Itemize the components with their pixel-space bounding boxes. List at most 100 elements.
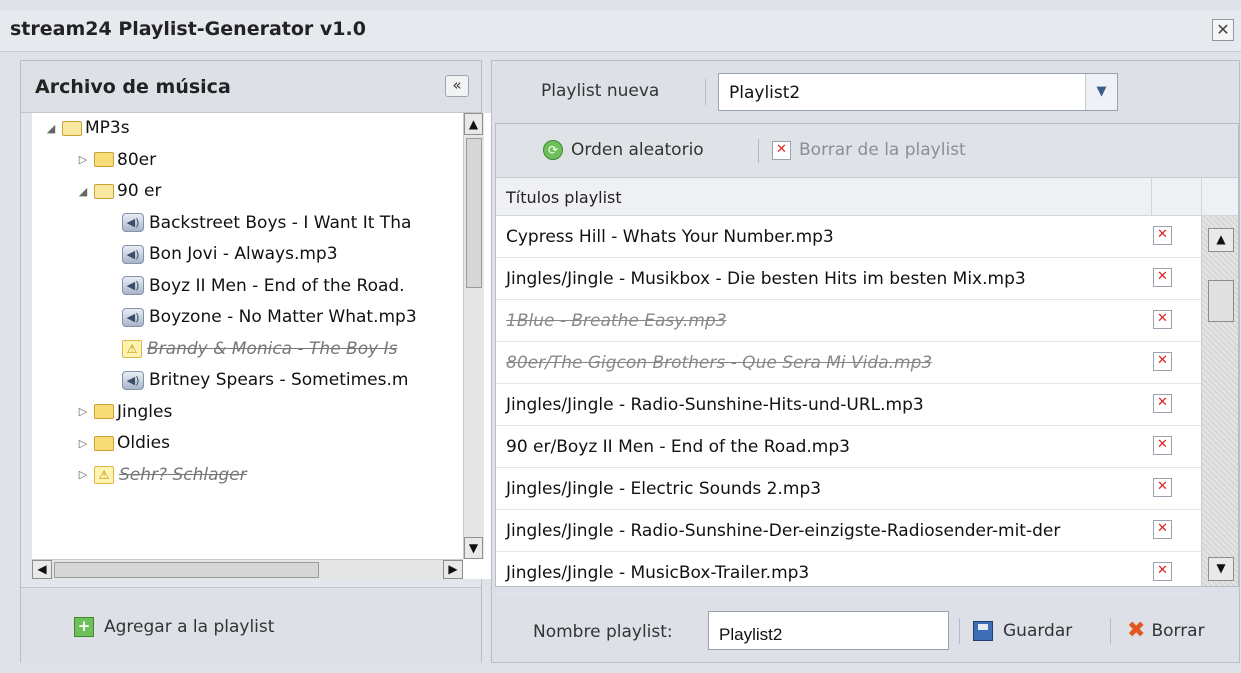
tree-node[interactable]: ▷ ⚠ Sehr? Schlager [76, 460, 247, 490]
speaker-icon: ◀) [122, 244, 144, 264]
delete-row-icon[interactable]: ✕ [1153, 226, 1172, 245]
tree-horizontal-scrollbar[interactable]: ◀ ▶ [32, 559, 463, 579]
playlist-row-title: 90 er/Boyz II Men - End of the Road.mp3 [506, 437, 850, 457]
shuffle-icon: ⟳ [543, 140, 563, 160]
playlist-row[interactable]: Cypress Hill - Whats Your Number.mp3 ✕ [496, 216, 1201, 258]
playlist-panel: Playlist nueva Playlist2 ▼ ⟳ Orden aleat… [491, 60, 1240, 663]
collapsed-toggle-icon[interactable]: ▷ [76, 437, 90, 450]
delete-row-icon[interactable]: ✕ [1153, 478, 1172, 497]
playlist-row-title: Jingles/Jingle - Electric Sounds 2.mp3 [506, 479, 822, 499]
tree-node[interactable]: ▷ 80er [76, 145, 156, 175]
speaker-icon: ◀) [122, 213, 144, 232]
scroll-down-icon[interactable]: ▼ [1208, 557, 1234, 581]
tree-node-label: 90 er [117, 181, 162, 201]
tree-node[interactable]: ◀) Boyzone - No Matter What.mp3 [122, 302, 417, 332]
scroll-left-icon[interactable]: ◀ [32, 560, 52, 579]
tree-node[interactable]: ◢ MP3s [44, 113, 130, 143]
window-title: stream24 Playlist-Generator v1.0 [10, 18, 366, 40]
file-tree: ◢ MP3s ▷ 80er ◢ 90 er ◀) Backstreet Boys - I Wa… [32, 113, 492, 579]
playlist-row[interactable]: Jingles/Jingle - Musikbox - Die besten H… [496, 258, 1201, 300]
tree-node-label: 80er [117, 149, 157, 170]
separator [1110, 618, 1111, 644]
expanded-toggle-icon[interactable]: ◢ [76, 185, 90, 198]
playlist-row-title: Jingles/Jingle - MusicBox-Trailer.mp3 [506, 563, 810, 583]
add-to-playlist-button[interactable]: + Agregar a la playlist [74, 617, 274, 637]
tree-node[interactable]: ◀) Boyz II Men - End of the Road. [122, 271, 405, 301]
playlist-row[interactable]: 90 er/Boyz II Men - End of the Road.mp3 ✕ [496, 426, 1201, 468]
folder-icon [94, 435, 114, 451]
scroll-up-icon[interactable]: ▲ [464, 113, 483, 135]
delete-row-icon[interactable]: ✕ [1153, 394, 1172, 413]
delete-row-icon[interactable]: ✕ [1153, 520, 1172, 539]
separator [959, 618, 960, 644]
tree-node[interactable]: ◢ 90 er [76, 176, 162, 206]
playlist-row[interactable]: Jingles/Jingle - Radio-Sunshine-Der-einz… [496, 510, 1201, 552]
tree-node[interactable]: ◀) Bon Jovi - Always.mp3 [122, 239, 338, 269]
delete-row-icon[interactable]: ✕ [1153, 562, 1172, 581]
scroll-right-icon[interactable]: ▶ [443, 560, 463, 579]
speaker-icon: ◀) [122, 370, 144, 390]
playlist-row-title: Jingles/Jingle - Radio-Sunshine-Der-einz… [506, 521, 1061, 541]
scroll-thumb[interactable] [466, 138, 482, 288]
playlist-toolbar: ⟳ Orden aleatorio ✕ Borrar de la playlis… [496, 124, 1238, 178]
separator [705, 79, 706, 105]
tree-node-label: Bon Jovi - Always.mp3 [149, 244, 338, 264]
add-to-playlist-label: Agregar a la playlist [104, 617, 275, 637]
new-playlist-label: Playlist nueva [541, 81, 660, 101]
playlist-select[interactable]: Playlist2 ▼ [718, 73, 1118, 111]
grid-vertical-scrollbar[interactable]: ▲ ▼ [1201, 216, 1238, 586]
tree-node[interactable]: ▷ Jingles [76, 397, 173, 427]
playlist-row-title: Cypress Hill - Whats Your Number.mp3 [506, 227, 834, 247]
column-header-title[interactable]: Títulos playlist [506, 188, 622, 207]
chevron-down-icon[interactable]: ▼ [1085, 74, 1117, 110]
tree-vertical-scrollbar[interactable]: ▲ ▼ [463, 113, 484, 559]
collapse-panel-button[interactable]: « [445, 75, 469, 97]
warning-icon: ⚠ [94, 465, 114, 484]
delete-row-icon[interactable]: ✕ [1153, 436, 1172, 455]
delete-row-icon[interactable]: ✕ [1153, 310, 1172, 329]
app-window: stream24 Playlist-Generator v1.0 ✕ Archi… [0, 0, 1241, 673]
remove-label: Borrar de la playlist [799, 140, 966, 160]
delete-playlist-button[interactable]: ✖ Borrar [1127, 620, 1205, 642]
scroll-thumb-horizontal[interactable] [54, 562, 319, 578]
tree-node[interactable]: ◀) Britney Spears - Sometimes.m [122, 365, 408, 395]
tree-node-label: Sehr? Schlager [119, 464, 247, 485]
column-divider [1151, 178, 1152, 216]
tree-node-label: Jingles [117, 401, 173, 422]
collapsed-toggle-icon[interactable]: ▷ [76, 153, 90, 166]
remove-from-playlist-button[interactable]: ✕ Borrar de la playlist [772, 140, 966, 160]
delete-row-icon[interactable]: ✕ [1153, 352, 1172, 371]
tree-node[interactable]: ▷ Oldies [76, 428, 170, 458]
collapsed-toggle-icon[interactable]: ▷ [76, 468, 90, 481]
tree-node[interactable]: ◀) Backstreet Boys - I Want It Tha [122, 208, 411, 238]
collapsed-toggle-icon[interactable]: ▷ [76, 405, 90, 418]
music-archive-title: Archivo de música [35, 76, 231, 98]
playlist-header: Playlist nueva Playlist2 ▼ [492, 61, 1239, 121]
delete-row-icon[interactable]: ✕ [1153, 268, 1172, 287]
playlist-row[interactable]: 1Blue - Breathe Easy.mp3 ✕ [496, 300, 1201, 342]
column-divider [1201, 178, 1202, 216]
playlist-select-value: Playlist2 [729, 83, 801, 103]
tree-node-label: Brandy & Monica - The Boy Is [147, 338, 398, 359]
playlist-name-input[interactable] [708, 611, 949, 650]
playlist-row[interactable]: Jingles/Jingle - Radio-Sunshine-Hits-und… [496, 384, 1201, 426]
tree-node[interactable]: ⚠ Brandy & Monica - The Boy Is [122, 334, 397, 364]
save-button[interactable]: Guardar [973, 621, 1072, 641]
playlist-row[interactable]: 80er/The Gigcon Brothers - Que Sera Mi V… [496, 342, 1201, 384]
separator [758, 139, 759, 163]
close-icon[interactable]: ✕ [1212, 19, 1234, 41]
shuffle-button[interactable]: ⟳ Orden aleatorio [543, 140, 704, 160]
playlist-grid: ⟳ Orden aleatorio ✕ Borrar de la playlis… [495, 123, 1239, 594]
playlist-row[interactable]: Jingles/Jingle - Electric Sounds 2.mp3 ✕ [496, 468, 1201, 510]
scroll-thumb[interactable] [1208, 280, 1234, 322]
delete-label: Borrar [1151, 621, 1205, 641]
folder-icon [94, 404, 114, 419]
music-archive-panel: Archivo de música « ◢ MP3s ▷ 80er ◢ 90 er ◀) Ba… [20, 60, 492, 663]
tree-node-label: Boyzone - No Matter What.mp3 [149, 307, 417, 327]
scroll-down-icon[interactable]: ▼ [464, 537, 483, 559]
expanded-toggle-icon[interactable]: ◢ [44, 122, 58, 135]
scroll-up-icon[interactable]: ▲ [1208, 228, 1234, 252]
playlist-footer: Nombre playlist: Guardar ✖ Borrar [492, 588, 1239, 663]
playlist-row-title: Jingles/Jingle - Radio-Sunshine-Hits-und… [506, 395, 924, 415]
add-icon: + [74, 617, 94, 637]
